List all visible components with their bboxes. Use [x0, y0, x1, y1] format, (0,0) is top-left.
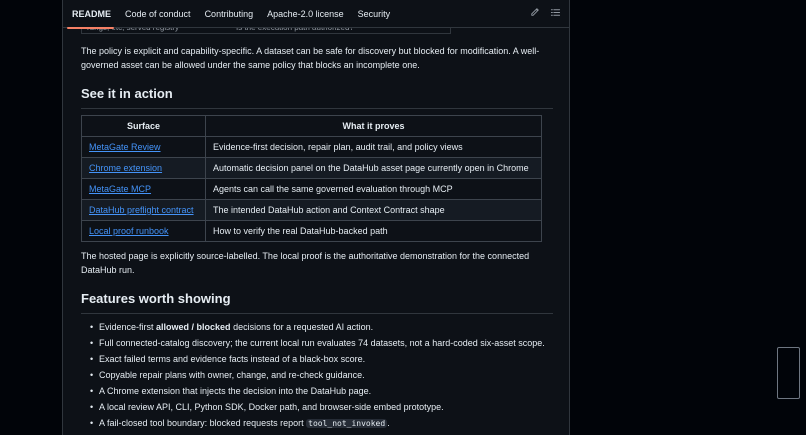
column-header-what-it-proves: What it proves: [205, 115, 542, 137]
table-row: MetaGate MCP Agents can call the same go…: [81, 178, 542, 200]
table-cell: Local proof runbook: [81, 220, 206, 242]
list-item: Evidence-first allowed / blocked decisio…: [81, 320, 553, 334]
hosted-page-note: The hosted page is explicitly source-lab…: [81, 251, 530, 275]
table-row: Chrome extension Automatic decision pane…: [81, 157, 542, 179]
list-icon[interactable]: [550, 7, 561, 18]
table-cell: The intended DataHub action and Context …: [205, 199, 542, 221]
table-header-row: Surface What it proves: [81, 115, 542, 137]
list-item: Exact failed terms and evidence facts in…: [81, 352, 553, 366]
list-item-text: Copyable repair plans with owner, change…: [99, 370, 365, 380]
table-cell: Chrome extension: [81, 157, 206, 179]
table-cell: MetaGate MCP: [81, 178, 206, 200]
tab-actions: [529, 7, 561, 18]
list-item: A local review API, CLI, Python SDK, Doc…: [81, 400, 553, 414]
tab-code-of-conduct[interactable]: Code of conduct: [118, 0, 198, 28]
table-cell: MetaGate Review: [81, 136, 206, 158]
tab-security[interactable]: Security: [351, 0, 398, 28]
floating-overlay-box: [777, 347, 800, 399]
list-item: A fail-closed tool boundary: blocked req…: [81, 416, 553, 431]
policy-paragraph: The policy is explicit and capability-sp…: [81, 46, 540, 70]
readme-panel: rungs, etc, served registry Is the execu…: [62, 0, 570, 435]
link-metagate-review[interactable]: MetaGate Review: [89, 142, 161, 152]
table-row: Local proof runbook How to verify the re…: [81, 220, 542, 242]
link-metagate-mcp[interactable]: MetaGate MCP: [89, 184, 151, 194]
link-datahub-preflight-contract[interactable]: DataHub preflight contract: [89, 205, 194, 215]
section-heading-see-it-in-action: See it in action: [81, 86, 553, 109]
table-row: MetaGate Review Evidence-first decision,…: [81, 136, 542, 158]
features-list: Evidence-first allowed / blocked decisio…: [81, 320, 553, 433]
link-chrome-extension[interactable]: Chrome extension: [89, 163, 162, 173]
list-item-text: A local review API, CLI, Python SDK, Doc…: [99, 402, 444, 412]
list-item-text: A fail-closed tool boundary: blocked req…: [99, 418, 307, 428]
list-item-bold: allowed / blocked: [156, 322, 231, 332]
list-item-text: A Chrome extension that injects the deci…: [99, 386, 372, 396]
table-row: DataHub preflight contract The intended …: [81, 199, 542, 221]
list-item: A Chrome extension that injects the deci…: [81, 384, 553, 398]
inline-code: tool_not_invoked: [306, 419, 388, 428]
list-item-text: decisions for a requested AI action.: [230, 322, 374, 332]
list-item-text: Evidence-first: [99, 322, 157, 332]
list-item-text: Exact failed terms and evidence facts in…: [99, 354, 366, 364]
table-cell: Agents can call the same governed evalua…: [205, 178, 542, 200]
tab-readme[interactable]: README: [63, 0, 118, 29]
table-cell: How to verify the real DataHub-backed pa…: [205, 220, 542, 242]
list-item: Full connected-catalog discovery; the cu…: [81, 336, 553, 350]
list-item-text: .: [387, 418, 390, 428]
section-heading-features: Features worth showing: [81, 291, 553, 314]
pencil-icon[interactable]: [529, 7, 540, 18]
readme-tab-bar: README Code of conduct Contributing Apac…: [63, 0, 569, 29]
list-item-text: Full connected-catalog discovery; the cu…: [99, 338, 545, 348]
table-cell: Automatic decision panel on the DataHub …: [205, 157, 542, 179]
tab-contributing[interactable]: Contributing: [198, 0, 261, 28]
list-item: Copyable repair plans with owner, change…: [81, 368, 553, 382]
surfaces-table: Surface What it proves MetaGate Review E…: [81, 115, 542, 242]
table-cell: Evidence-first decision, repair plan, au…: [205, 136, 542, 158]
column-header-surface: Surface: [81, 115, 206, 137]
tab-license[interactable]: Apache-2.0 license: [260, 0, 351, 28]
link-local-proof-runbook[interactable]: Local proof runbook: [89, 226, 169, 236]
table-cell: DataHub preflight contract: [81, 199, 206, 221]
